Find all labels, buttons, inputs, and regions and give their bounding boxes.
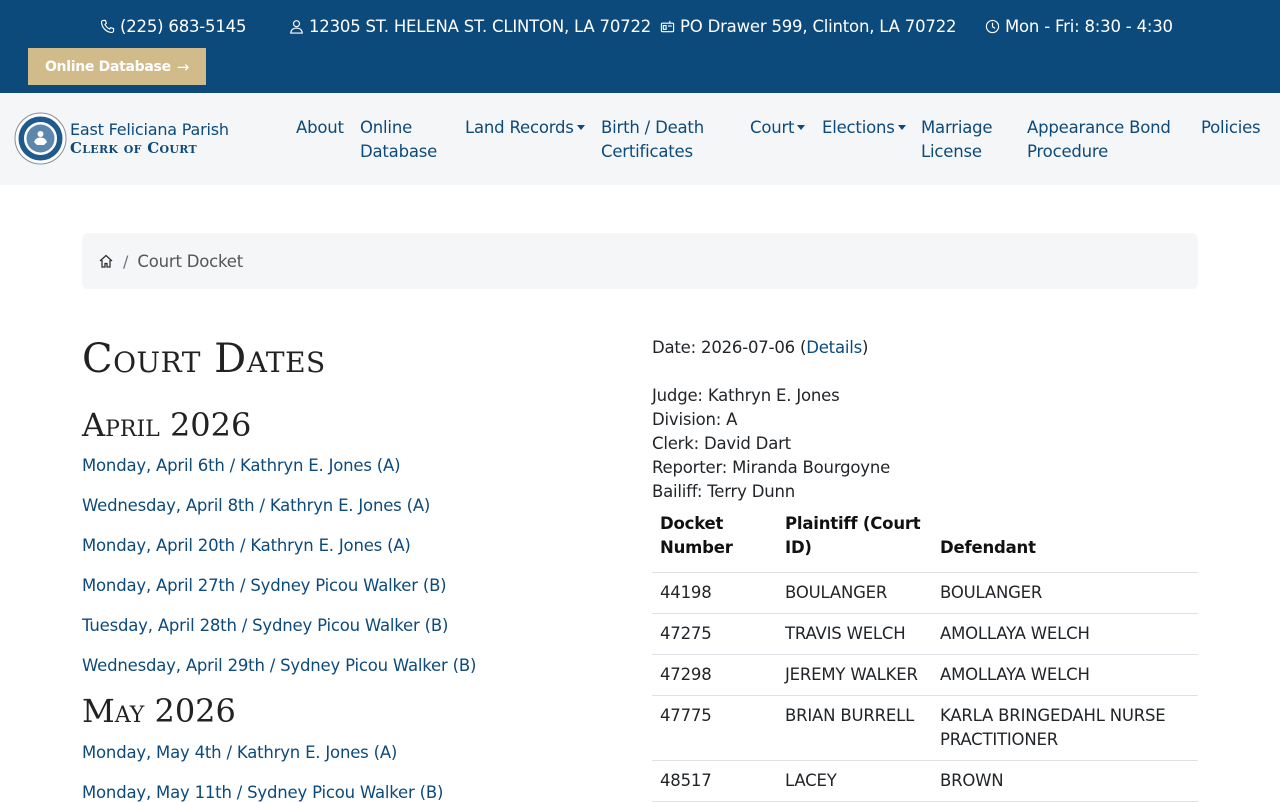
- nav-policies-label: Policies: [1201, 118, 1261, 137]
- docket-reporter: Reporter: Miranda Bourgoyne: [652, 458, 891, 477]
- nav-appearance-bond-procedure[interactable]: Appearance Bond Procedure: [1027, 116, 1171, 164]
- docket-number-cell: 47298: [652, 654, 777, 696]
- nav-appearance-line-1: Appearance Bond: [1027, 118, 1171, 137]
- docket-date: Date: 2026-07-06 (: [652, 338, 807, 357]
- po-box-info: PO Drawer 599, Clinton, LA 70722: [660, 17, 956, 36]
- defendant-cell: AMOLLAYA WELCH: [932, 613, 1198, 655]
- breadcrumb-separator: /: [123, 251, 129, 271]
- nav-marriage-license[interactable]: Marriage License: [921, 116, 993, 164]
- docket-date-close: ): [862, 338, 869, 357]
- caret-down-icon: [897, 125, 906, 130]
- online-database-button-label: Online Database: [44, 58, 171, 75]
- docket-number-cell: 44198: [652, 572, 777, 614]
- details-link[interactable]: Details: [806, 338, 862, 357]
- nav-marriage-line-1: Marriage: [921, 118, 993, 137]
- person-icon: [290, 20, 303, 34]
- plaintiff-cell: JEREMY WALKER: [777, 654, 932, 696]
- nav-birth-death-line-1: Birth / Death: [601, 118, 704, 137]
- address-info: 12305 ST. HELENA ST. CLINTON, LA 70722: [289, 17, 651, 36]
- mailbox-icon: [660, 20, 675, 33]
- office-hours: Mon - Fri: 8:30 - 4:30: [1005, 17, 1173, 36]
- docket-clerk: Clerk: David Dart: [652, 434, 791, 453]
- court-date-link[interactable]: Monday, April 6th / Kathryn E. Jones (A): [82, 456, 401, 475]
- arrow-right-icon: →: [176, 57, 190, 76]
- column-header-defendant: Defendant: [932, 509, 1198, 573]
- brand-name[interactable]: East Feliciana Parish Clerk of Court: [70, 120, 229, 157]
- month-heading-april: April 2026: [82, 406, 252, 444]
- table-row: 44198 BOULANGER BOULANGER: [652, 572, 1198, 614]
- court-date-link[interactable]: Monday, April 20th / Kathryn E. Jones (A…: [82, 536, 411, 555]
- table-row: 47298 JEREMY WALKER AMOLLAYA WELCH: [652, 654, 1198, 696]
- court-date-link[interactable]: Wednesday, April 8th / Kathryn E. Jones …: [82, 496, 430, 515]
- home-icon[interactable]: [98, 253, 114, 269]
- nav-land-records[interactable]: Land Records: [465, 116, 585, 140]
- nav-birth-death-line-2: Certificates: [601, 142, 693, 161]
- breadcrumb: / Court Docket: [82, 233, 1198, 289]
- nav-marriage-line-2: License: [921, 142, 982, 161]
- plaintiff-cell: BOULANGER: [777, 572, 932, 614]
- table-row: 47775 BRIAN BURRELL KARLA BRINGEDAHL NUR…: [652, 695, 1198, 761]
- online-database-button[interactable]: Online Database →: [28, 48, 206, 85]
- phone-number: (225) 683-5145: [120, 17, 247, 36]
- column-header-plaintiff: Plaintiff (Court ID): [777, 509, 932, 573]
- po-box-address: PO Drawer 599, Clinton, LA 70722: [680, 17, 957, 36]
- phone-info[interactable]: (225) 683-5145: [100, 17, 246, 36]
- parish-seal-logo[interactable]: [14, 112, 67, 165]
- table-row: 48517 LACEY BROWN: [652, 760, 1198, 802]
- court-date-link[interactable]: Monday, May 4th / Kathryn E. Jones (A): [82, 743, 397, 762]
- top-info-bar: (225) 683-5145 12305 ST. HELENA ST. CLIN…: [0, 0, 1280, 93]
- nav-appearance-line-2: Procedure: [1027, 142, 1109, 161]
- nav-policies[interactable]: Policies: [1201, 116, 1261, 140]
- plaintiff-cell: TRAVIS WELCH: [777, 613, 932, 655]
- docket-table: Docket Number Plaintiff (Court ID) Defen…: [652, 509, 1198, 802]
- defendant-cell: BOULANGER: [932, 572, 1198, 614]
- docket-date-line: Date: 2026-07-06 (Details): [652, 338, 868, 357]
- caret-down-icon: [576, 125, 585, 130]
- nav-court[interactable]: Court: [750, 116, 806, 140]
- court-date-link[interactable]: Tuesday, April 28th / Sydney Picou Walke…: [82, 616, 448, 635]
- nav-about[interactable]: About: [296, 116, 344, 140]
- court-date-link[interactable]: Monday, April 27th / Sydney Picou Walker…: [82, 576, 447, 595]
- defendant-cell: KARLA BRINGEDAHL NURSE PRACTITIONER: [932, 695, 1198, 761]
- brand-line-1: East Feliciana Parish: [70, 120, 229, 139]
- nav-elections[interactable]: Elections: [822, 116, 906, 140]
- defendant-cell: AMOLLAYA WELCH: [932, 654, 1198, 696]
- docket-number-cell: 47775: [652, 695, 777, 761]
- nav-elections-label: Elections: [822, 118, 895, 137]
- docket-bailiff: Bailiff: Terry Dunn: [652, 482, 796, 501]
- nav-land-records-label: Land Records: [465, 118, 574, 137]
- nav-about-label: About: [296, 118, 344, 137]
- nav-online-database-line-2: Database: [360, 142, 438, 161]
- defendant-cell: BROWN: [932, 760, 1198, 802]
- plaintiff-cell: LACEY: [777, 760, 932, 802]
- docket-judge: Judge: Kathryn E. Jones: [652, 386, 840, 405]
- caret-down-icon: [797, 125, 806, 130]
- court-date-link[interactable]: Wednesday, April 29th / Sydney Picou Wal…: [82, 656, 476, 675]
- docket-division: Division: A: [652, 410, 738, 429]
- brand-line-2: Clerk of Court: [70, 139, 198, 157]
- nav-online-database[interactable]: Online Database: [360, 116, 437, 164]
- nav-birth-death-certificates[interactable]: Birth / Death Certificates: [601, 116, 704, 164]
- month-heading-may: May 2026: [82, 692, 236, 730]
- table-row: 47275 TRAVIS WELCH AMOLLAYA WELCH: [652, 613, 1198, 655]
- nav-court-label: Court: [750, 118, 795, 137]
- hours-info: Mon - Fri: 8:30 - 4:30: [985, 17, 1173, 36]
- docket-number-cell: 47275: [652, 613, 777, 655]
- plaintiff-cell: BRIAN BURRELL: [777, 695, 932, 761]
- column-header-docket-number: Docket Number: [652, 509, 777, 573]
- court-dates-heading: Court Dates: [82, 336, 326, 382]
- clock-icon: [985, 19, 1000, 34]
- street-address: 12305 ST. HELENA ST. CLINTON, LA 70722: [309, 17, 652, 36]
- docket-number-cell: 48517: [652, 760, 777, 802]
- phone-icon: [100, 19, 115, 34]
- court-date-link[interactable]: Monday, May 11th / Sydney Picou Walker (…: [82, 783, 443, 802]
- breadcrumb-current: Court Docket: [137, 251, 244, 271]
- docket-table-header-row: Docket Number Plaintiff (Court ID) Defen…: [652, 509, 1198, 573]
- nav-online-database-line-1: Online: [360, 118, 413, 137]
